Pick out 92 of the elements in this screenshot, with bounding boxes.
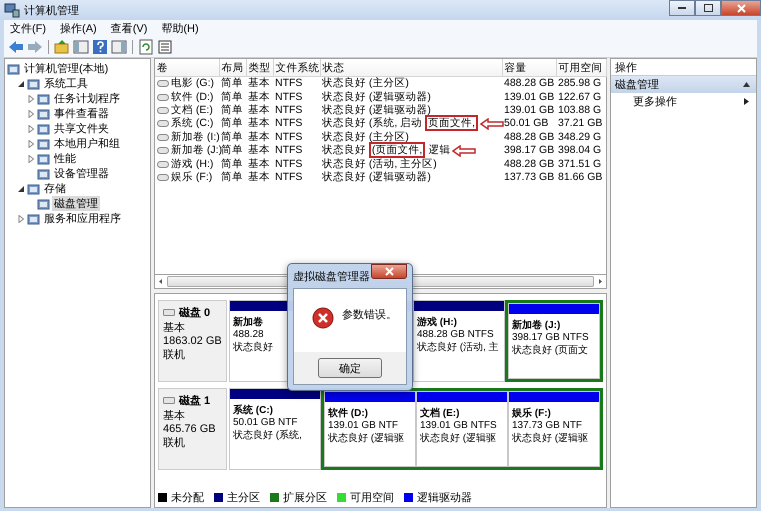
disk-type: 基本 [163,321,186,335]
partition-name: 娱乐 (F:) [512,406,551,420]
layout-cell: 简单 [219,130,246,144]
partition-status: 状态良好 [233,340,273,354]
partition-status: 状态良好 (系统, [233,428,302,442]
capacity-cell-text: 398.17 GB [503,144,556,158]
partition-size: 137.73 GB NTF [512,420,582,431]
capacity-cell-text: 137.73 GB [503,170,556,184]
status-text: 状态良好 (逻辑驱动器) [322,170,431,184]
filesystem-cell-text: NTFS [274,170,304,184]
free-space-cell: 285.98 G [556,76,606,90]
status-text: 状态良好 (页面文件, 逻辑 [322,144,450,158]
partition-status: 状态良好 (活动, 主 [417,340,499,354]
volume-name: 娱乐 (F:) [171,170,212,184]
free-space-cell-text: 103.88 G [557,104,602,118]
partition-status: 状态良好 (逻辑驱 [328,432,404,445]
status-text: 状态良好 (活动, 主分区) [322,158,437,171]
volume-name: 文档 (E:) [171,104,213,117]
type-cell-text: 基本 [247,90,271,104]
type-cell-text: 基本 [247,104,271,117]
partition-name: 游戏 (H:) [417,316,457,329]
legend-label: 未分配 [171,491,204,505]
partition-size: 488.28 GB NTFS [417,329,494,340]
layout-cell-text: 简单 [220,104,244,118]
legend-label: 可用空间 [350,490,394,505]
legend-label: 扩展分区 [283,490,327,505]
capacity-cell: 50.01 GB [502,117,556,131]
capacity-cell-text: 139.01 GB [503,104,556,118]
partition-size: 139.01 GB NTF [328,420,398,431]
type-cell-text: 基本 [247,117,271,131]
disk-size: 1863.02 GB [163,335,222,347]
partition-size: 139.01 GB NTFS [420,420,497,431]
partition-name: 软件 (D:) [328,406,368,420]
partition-status: 状态良好 (逻辑驱 [512,432,588,445]
volume-name: 系统 (C:) [171,117,214,130]
partition-size: 50.01 GB NTF [233,417,298,428]
free-space-cell-text: 37.21 GB [557,117,604,131]
layout-cell-text: 简单 [220,90,244,104]
type-cell-text: 基本 [247,170,271,184]
error-message: 参数错误。 [342,308,397,322]
type-cell-text: 基本 [247,157,271,171]
layout-cell-text: 简单 [220,170,244,184]
filesystem-cell-text: NTFS [274,157,304,171]
free-space-cell-text: 348.29 G [557,130,602,144]
disk-status: 联机 [163,348,186,362]
status-text: 状态良好 (逻辑驱动器) [322,90,431,104]
capacity-cell-text: 139.01 GB [503,90,556,104]
status-text: 状态良好 (主分区) [322,77,409,90]
capacity-cell: 488.28 GB [502,76,556,90]
partition-name: 系统 (C:) [233,404,273,417]
capacity-cell-text: 488.28 GB [503,130,556,144]
filesystem-cell-text: NTFS [274,117,304,131]
disk-name: 磁盘 1 [179,394,210,408]
disk-size: 465.76 GB [163,423,217,435]
legend-label: 逻辑驱动器 [417,491,472,505]
legend-label: 主分区 [227,490,260,505]
filesystem-cell-text: NTFS [274,130,304,144]
type-cell-text: 基本 [247,144,271,158]
volume-name: 新加卷 (I:) [171,130,220,144]
disk-status: 联机 [163,436,186,450]
volume-name: 新加卷 (J:) [171,144,222,158]
filesystem-cell: NTFS [273,76,320,90]
partition-name: 新加卷 (J:) [512,318,560,332]
window-title: 计算机管理 [24,4,80,18]
volume-name: 软件 (D:) [171,90,214,104]
status-text: 状态良好 (逻辑驱动器) [322,104,431,117]
free-space-cell-text: 371.51 G [557,157,602,171]
free-space-cell-text: 122.67 G [557,90,602,104]
free-space-cell-text: 398.04 G [557,144,602,158]
partition-name: 新加卷 [233,315,263,329]
status-text: 状态良好 (系统, 启动 页面文件, [322,117,478,130]
volume-name: 电影 (G:) [171,77,214,90]
dialog-title: 虚拟磁盘管理器 [293,270,370,284]
partition-status: 状态良好 (页面文 [512,344,588,357]
partition-size: 398.17 GB NTFS [512,332,589,343]
type-cell-text: 基本 [247,130,271,144]
layout-cell-text: 简单 [220,157,244,171]
status-text: 状态良好 (主分区) [322,130,409,144]
free-space-cell-text: 81.66 GB [557,170,604,184]
disk-name: 磁盘 0 [179,306,210,320]
filesystem-cell-text: NTFS [274,144,304,158]
filesystem-cell-text: NTFS [274,90,304,104]
volume-name: 游戏 (H:) [171,158,214,171]
filesystem-cell-text: NTFS [274,104,304,118]
layout-cell: 简单 [219,76,246,90]
partition-name: 文档 (E:) [420,406,460,420]
layout-cell-text: 简单 [220,117,244,131]
disk-type: 基本 [163,409,186,423]
partition-size: 488.28 [233,329,264,340]
partition-status: 状态良好 (逻辑驱 [420,432,496,445]
capacity-cell-text: 488.28 GB [503,157,556,171]
type-cell: 基本 [246,76,273,90]
